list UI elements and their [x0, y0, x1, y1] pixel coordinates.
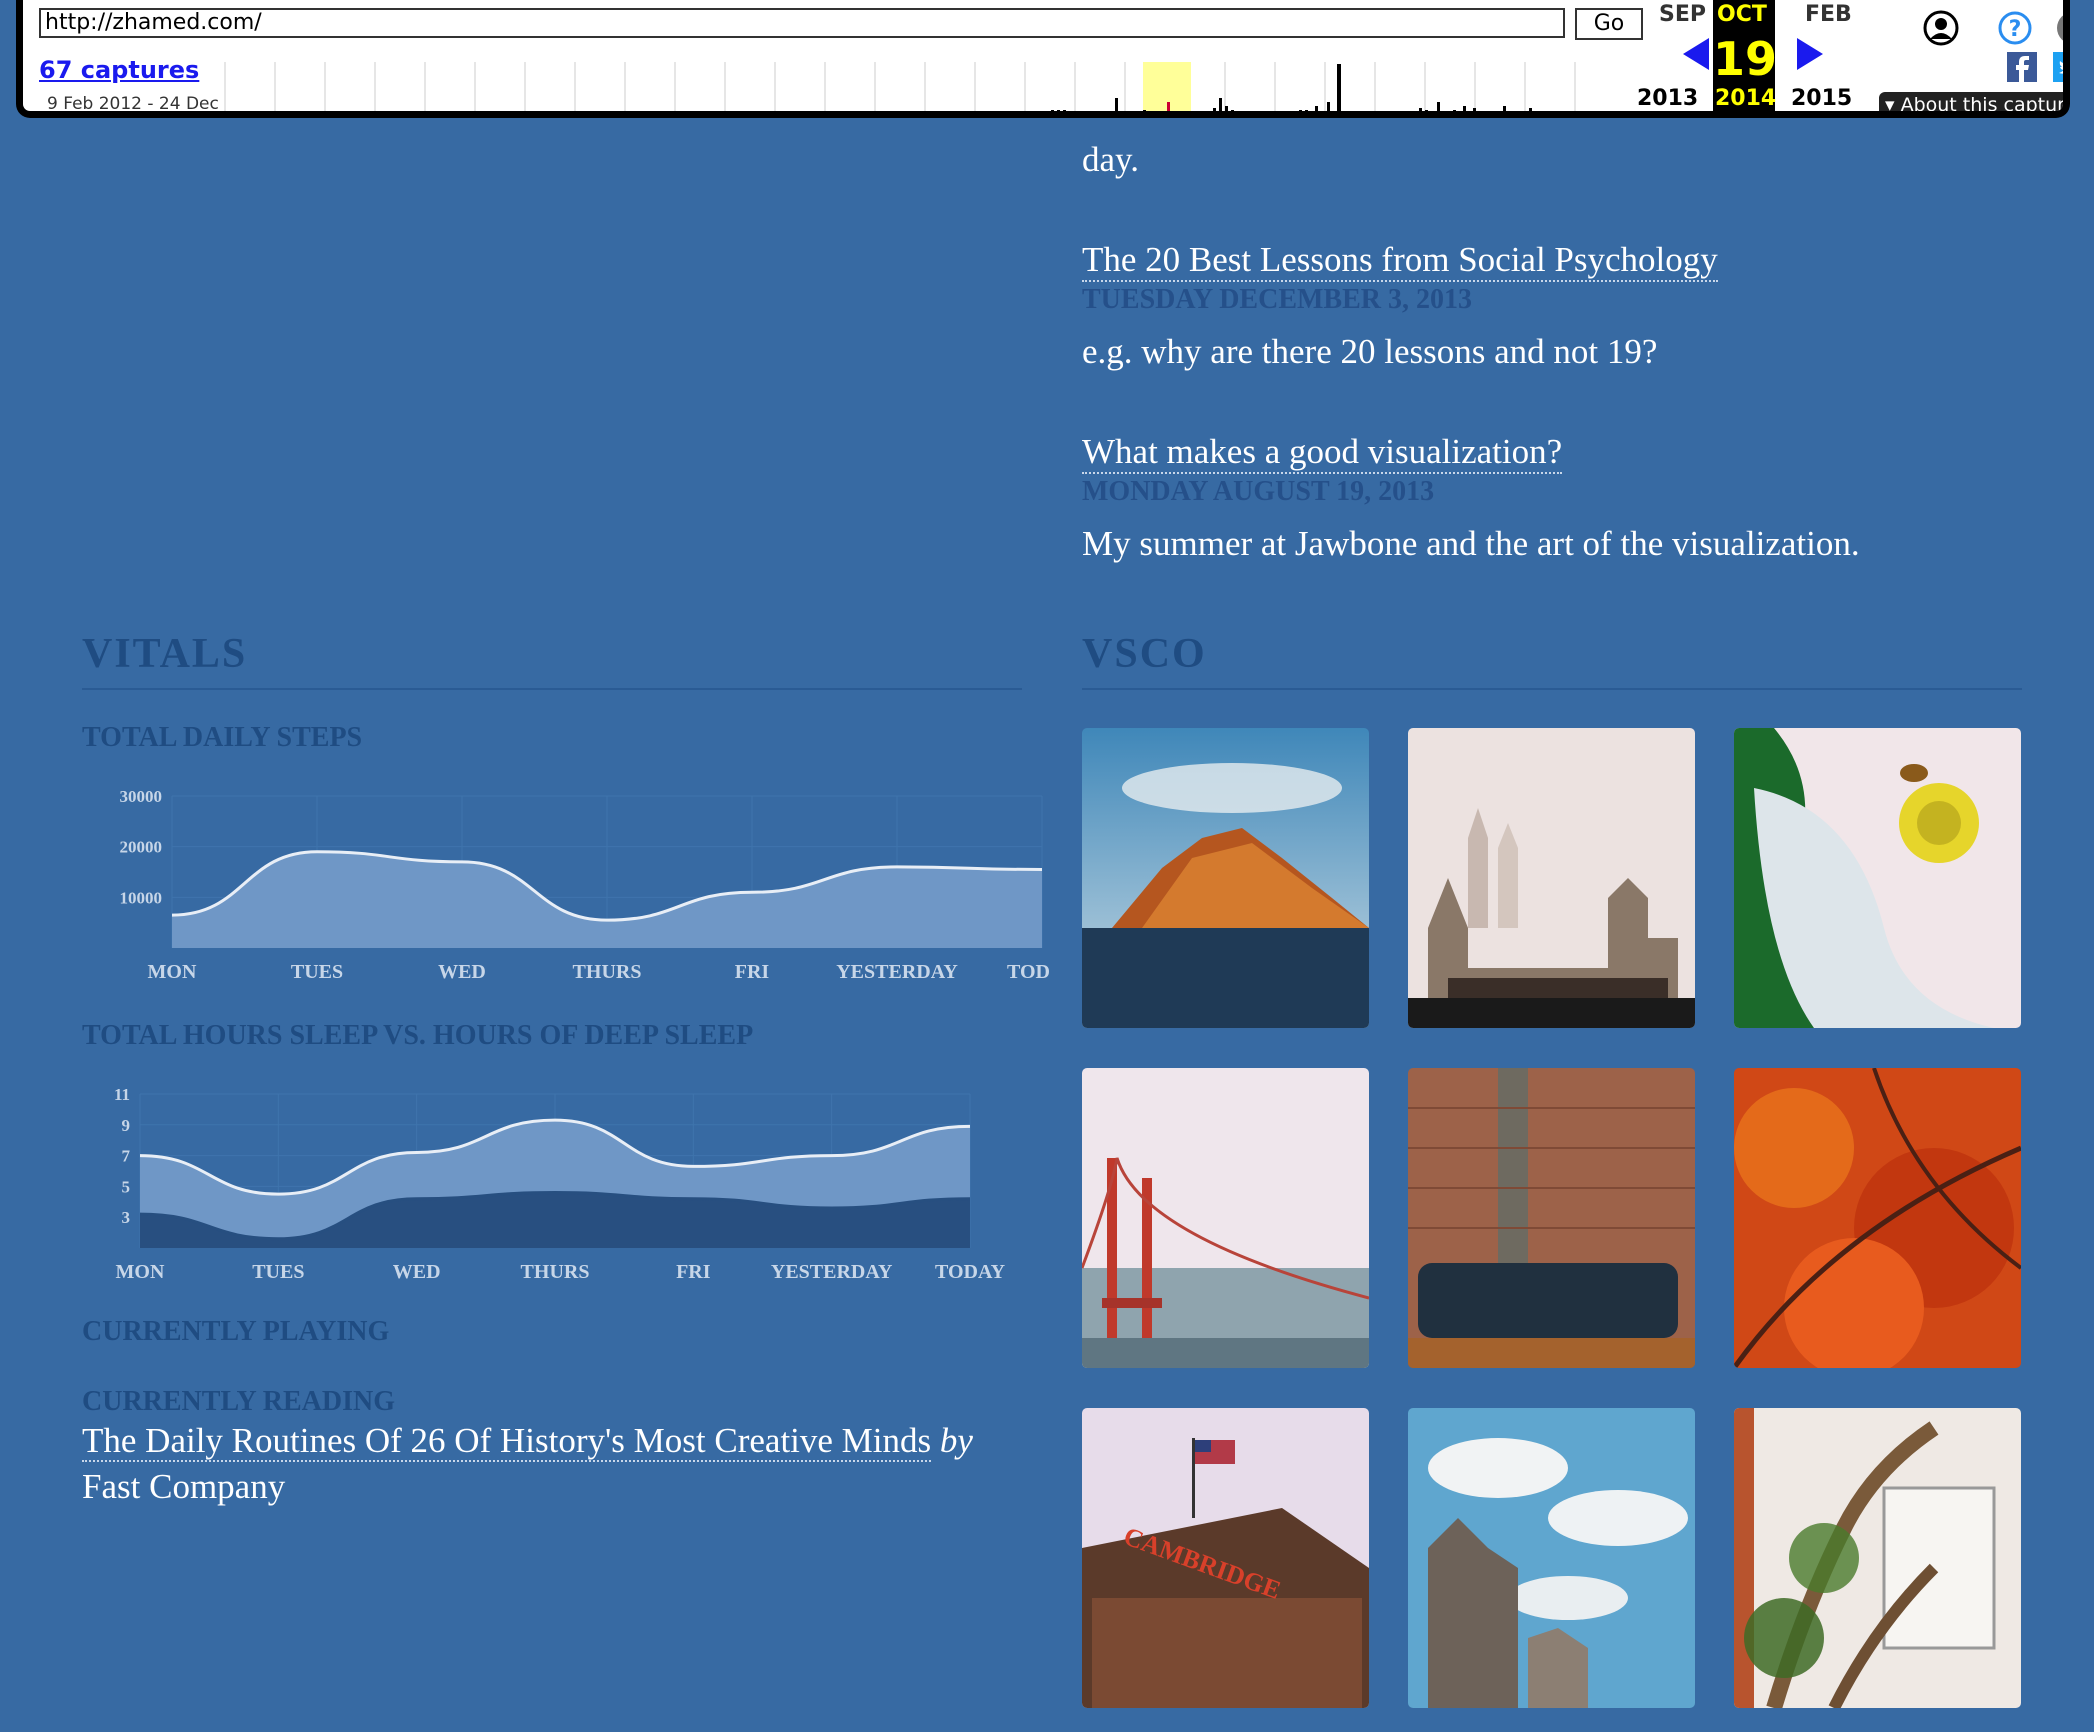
facebook-icon[interactable] — [2007, 52, 2037, 82]
help-icon[interactable]: ? — [1997, 10, 2033, 46]
close-icon[interactable] — [2055, 10, 2070, 46]
photo-brick-wall-sofa[interactable] — [1408, 1068, 1695, 1368]
y-tick-label: 30000 — [120, 787, 163, 806]
current-month: OCT — [1717, 2, 1767, 27]
x-tick-label: YESTERDAY — [836, 961, 958, 983]
x-tick-label: FRI — [735, 961, 770, 983]
about-capture-label: About this capture — [1900, 94, 2070, 116]
currently-reading-entry: The Daily Routines Of 26 Of History's Mo… — [82, 1418, 1022, 1510]
next-capture-arrow[interactable] — [1797, 38, 1823, 70]
capture-range: 9 Feb 2012 - 24 Dec — [47, 94, 219, 114]
about-capture-button[interactable]: ▾ About this capture — [1879, 92, 2070, 116]
x-tick-label: THURS — [573, 961, 642, 983]
reading-by: by — [939, 1421, 973, 1460]
wayback-toolbar: http://zhamed.com/ Go 67 captures 9 Feb … — [16, 0, 2070, 118]
prev-year[interactable]: 2013 — [1637, 86, 1698, 111]
vsco-divider — [1082, 688, 2022, 690]
y-tick-label: 20000 — [120, 838, 163, 857]
url-input[interactable]: http://zhamed.com/ — [39, 8, 1565, 38]
x-tick-label: WED — [393, 1261, 441, 1283]
currently-reading-heading: CURRENTLY READING — [82, 1386, 395, 1417]
photo-building-under-clouds[interactable] — [1408, 1408, 1695, 1708]
x-tick-label: FRI — [676, 1261, 711, 1283]
x-tick-label: YESTERDAY — [771, 1261, 893, 1283]
user-account-icon[interactable] — [1923, 10, 1959, 46]
current-year: 2014 — [1715, 86, 1777, 111]
post-fragment: day. — [1082, 140, 1140, 179]
y-tick-label: 3 — [122, 1208, 131, 1227]
next-year[interactable]: 2015 — [1791, 86, 1852, 111]
y-tick-label: 7 — [122, 1147, 131, 1166]
photo-cambridge-savings-bank[interactable]: CAMBRIDGE — [1082, 1408, 1369, 1708]
y-tick-label: 11 — [114, 1085, 130, 1104]
post-date: MONDAY AUGUST 19, 2013 — [1082, 476, 1435, 507]
post-title-link[interactable]: The 20 Best Lessons from Social Psycholo… — [1082, 240, 1718, 282]
steps-chart-title: TOTAL DAILY STEPS — [82, 722, 363, 753]
photo-ivy-tree-window[interactable] — [1734, 1408, 2021, 1708]
post-summary: e.g. why are there 20 lessons and not 19… — [1082, 332, 1658, 371]
x-tick-label: MON — [116, 1261, 165, 1283]
x-tick-label: WED — [438, 961, 486, 983]
prev-capture-arrow[interactable] — [1683, 38, 1709, 70]
twitter-icon[interactable] — [2053, 52, 2070, 82]
sleep-chart: 3 5 7 9 11 MON TUES WED THURS FRI YESTERDAY TODAY — [114, 1085, 1006, 1283]
currently-playing-heading: CURRENTLY PLAYING — [82, 1316, 390, 1347]
vitals-divider — [82, 688, 1022, 690]
photo-coastal-cliff[interactable] — [1082, 728, 1369, 1028]
vitals-heading: VITALS — [82, 631, 248, 677]
captures-link[interactable]: 67 captures — [39, 56, 199, 84]
expand-triangle-icon: ▾ — [1885, 94, 1901, 116]
current-day: 19 — [1713, 32, 1778, 86]
post-title-link[interactable]: What makes a good visualization? — [1082, 432, 1563, 474]
x-tick-label: TUES — [252, 1261, 304, 1283]
next-month[interactable]: FEB — [1805, 2, 1852, 27]
x-tick-label: TUES — [291, 961, 343, 983]
y-tick-label: 9 — [122, 1116, 131, 1135]
sleep-chart-title: TOTAL HOURS SLEEP VS. HOURS OF DEEP SLEE… — [82, 1020, 754, 1051]
post-summary: My summer at Jawbone and the art of the … — [1082, 524, 1860, 563]
go-button[interactable]: Go — [1575, 8, 1643, 40]
svg-text:?: ? — [2009, 17, 2022, 42]
y-tick-label: 5 — [122, 1177, 131, 1196]
y-tick-label: 10000 — [120, 888, 163, 907]
prev-month[interactable]: SEP — [1659, 2, 1706, 27]
steps-chart: 10000 20000 30000 MON TUES WED THURS FRI YESTERD… — [120, 787, 1051, 983]
photo-red-autumn-leaves[interactable] — [1734, 1068, 2021, 1368]
vsco-heading: VSCO — [1082, 631, 1207, 677]
x-tick-label: THURS — [521, 1261, 590, 1283]
x-tick-label: TODAY — [935, 1261, 1006, 1283]
photo-foggy-cathedral[interactable] — [1408, 728, 1695, 1028]
x-tick-label: MON — [148, 961, 197, 983]
reading-title-link[interactable]: The Daily Routines Of 26 Of History's Mo… — [82, 1421, 932, 1462]
photo-flower-with-bee[interactable] — [1734, 728, 2021, 1028]
capture-sparkline[interactable] — [223, 62, 1609, 118]
x-tick-label: TODAY — [1007, 961, 1050, 983]
photo-golden-gate-fog[interactable] — [1082, 1068, 1369, 1368]
post-date: TUESDAY DECEMBER 3, 2013 — [1082, 284, 1472, 315]
reading-source: Fast Company — [82, 1467, 286, 1506]
